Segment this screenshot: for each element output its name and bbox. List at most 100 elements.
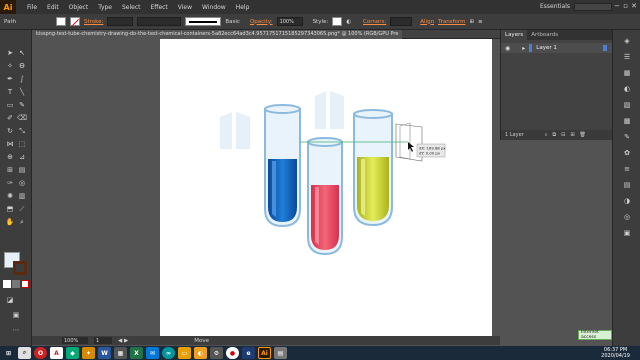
blue-test-tube[interactable]	[264, 104, 301, 228]
artboard-nav-arrows[interactable]: ◀ ▶	[118, 338, 128, 344]
brush-preview[interactable]	[185, 17, 222, 26]
chrome-icon[interactable]: ●	[226, 347, 239, 359]
swatches-icon[interactable]: ▩	[622, 116, 632, 125]
app-misc-icon[interactable]: ▤	[274, 347, 287, 359]
free-transform-icon[interactable]: ⬚	[17, 139, 27, 149]
rectangle-tool-icon[interactable]: ▭	[5, 100, 15, 110]
zoom-tool-icon[interactable]: ⌕	[17, 217, 27, 227]
gradient-mode-icon[interactable]	[12, 280, 20, 288]
clipping-mask-icon[interactable]: ⧉	[553, 132, 557, 138]
delete-layer-icon[interactable]: 🗑	[580, 132, 586, 138]
slice-tool-icon[interactable]: ⟋	[17, 204, 27, 214]
stroke-weight-field[interactable]	[107, 17, 134, 26]
menu-type[interactable]: Type	[93, 4, 117, 11]
app-logo[interactable]: Ai	[0, 0, 16, 14]
variable-width-field[interactable]	[137, 17, 182, 26]
menu-view[interactable]: View	[173, 4, 197, 11]
word-icon[interactable]: W	[98, 347, 111, 359]
color-panel-icon[interactable]: ◐	[622, 84, 632, 93]
shaper-tool-icon[interactable]: ✐	[5, 113, 15, 123]
line-tool-icon[interactable]: ╲	[17, 87, 27, 97]
stroke-label[interactable]: Stroke:	[84, 19, 103, 25]
artboard-nav-field[interactable]: 1	[94, 337, 112, 344]
menu-help[interactable]: Help	[231, 4, 255, 11]
artboard[interactable]: dX: 169.88 px dY: 0.00 px	[160, 39, 492, 336]
menu-object[interactable]: Object	[64, 4, 94, 11]
tab-layers[interactable]: Layers	[501, 30, 528, 40]
lasso-tool-icon[interactable]: ϴ	[17, 61, 27, 71]
layer-name[interactable]: Layer 1	[536, 45, 557, 51]
stroke-panel-icon[interactable]: ≡	[622, 164, 632, 173]
color-mode-icon[interactable]	[3, 280, 11, 288]
app-dark-icon[interactable]: ⚙	[210, 347, 223, 359]
menu-effect[interactable]: Effect	[146, 4, 173, 11]
maximize-button[interactable]: ▫	[623, 2, 628, 10]
yellow-test-tube[interactable]	[353, 109, 393, 227]
appearance-icon[interactable]: ◎	[622, 212, 632, 221]
symbols-icon[interactable]: ✿	[622, 148, 632, 157]
color-guide-icon[interactable]: ▨	[622, 100, 632, 109]
artboard-tool-icon[interactable]: ⬒	[5, 204, 15, 214]
stroke-swatch[interactable]	[70, 17, 80, 26]
expand-triangle-icon[interactable]: ▸	[522, 45, 525, 52]
symbol-sprayer-icon[interactable]: ✺	[5, 191, 15, 201]
illustrator-taskbar-icon[interactable]: Ai	[258, 347, 271, 359]
layers-panel-icon[interactable]: ◈	[622, 36, 632, 45]
transparency-icon[interactable]: ◑	[622, 196, 632, 205]
direct-selection-tool-icon[interactable]: ↖	[17, 48, 27, 58]
minimize-button[interactable]: −	[614, 2, 620, 10]
visibility-eye-icon[interactable]: ◉	[505, 45, 510, 52]
gradient-panel-icon[interactable]: ▤	[622, 180, 632, 189]
recolor-icon[interactable]: ◐	[346, 19, 351, 25]
hand-tool-icon[interactable]: ✋	[5, 217, 15, 227]
selection-tool-icon[interactable]: ➤	[5, 48, 15, 58]
eyedropper-icon[interactable]: ✑	[5, 178, 15, 188]
menu-file[interactable]: File	[22, 4, 42, 11]
app-green-icon[interactable]: ◆	[66, 347, 79, 359]
corners-field[interactable]	[390, 17, 413, 26]
new-layer-icon[interactable]: ⊞	[570, 132, 574, 138]
app-gray-icon[interactable]: ▦	[114, 347, 127, 359]
mesh-tool-icon[interactable]: ⊞	[5, 165, 15, 175]
menu-window[interactable]: Window	[197, 4, 231, 11]
close-button[interactable]: ✕	[631, 2, 637, 10]
test-tubes-artwork[interactable]: dX: 169.88 px dY: 0.00 px	[160, 39, 492, 336]
edge-icon[interactable]: e	[242, 347, 255, 359]
opacity-label[interactable]: Opacity:	[250, 19, 273, 25]
mail-icon[interactable]: ✉	[146, 347, 159, 359]
magic-wand-icon[interactable]: ✧	[5, 61, 15, 71]
search-taskbar-icon[interactable]: ⌕	[18, 347, 31, 359]
layer-target-indicator[interactable]	[603, 45, 607, 51]
rotate-tool-icon[interactable]: ↻	[5, 126, 15, 136]
app-orange-icon[interactable]: ✦	[82, 347, 95, 359]
locate-object-icon[interactable]: ⌕	[545, 132, 548, 138]
system-clock[interactable]: 06:37 PM 2020/04/19	[601, 347, 630, 359]
corners-label[interactable]: Corners:	[363, 19, 386, 25]
properties-icon[interactable]: ☰	[622, 52, 632, 61]
document-tab[interactable]: kisspng-test-tube-chemistry-drawing-do-t…	[32, 29, 403, 39]
red-test-tube[interactable]	[307, 137, 343, 256]
pen-tool-icon[interactable]: ✒	[5, 74, 15, 84]
pdf-icon[interactable]: A	[50, 347, 63, 359]
arduino-icon[interactable]: ∞	[162, 347, 175, 359]
menu-select[interactable]: Select	[117, 4, 146, 11]
align-label[interactable]: Align	[420, 19, 434, 25]
excel-icon[interactable]: X	[130, 347, 143, 359]
style-swatch[interactable]	[332, 17, 343, 26]
shape-builder-icon[interactable]: ⊕	[5, 152, 15, 162]
brushes-icon[interactable]: ✎	[622, 132, 632, 141]
transform-label[interactable]: Transform	[438, 19, 465, 25]
tab-artboards[interactable]: Artboards	[527, 30, 562, 40]
scale-tool-icon[interactable]: ⤡	[17, 126, 27, 136]
start-icon[interactable]: ⊞	[2, 347, 15, 359]
perspective-grid-icon[interactable]: ⊿	[17, 152, 27, 162]
opacity-field[interactable]: 100%	[276, 17, 303, 26]
none-mode-icon[interactable]	[21, 280, 29, 288]
panel-menu-icon[interactable]: ≡	[478, 19, 483, 25]
graphic-styles-icon[interactable]: ▣	[622, 228, 632, 237]
draw-mode-icon[interactable]: ◪	[5, 295, 15, 305]
paintbrush-tool-icon[interactable]: ✎	[17, 100, 27, 110]
layer-row[interactable]: ◉ ▸ Layer 1	[501, 43, 613, 53]
screen-mode-icon[interactable]: ▣	[11, 310, 21, 320]
blend-tool-icon[interactable]: ◎	[17, 178, 27, 188]
